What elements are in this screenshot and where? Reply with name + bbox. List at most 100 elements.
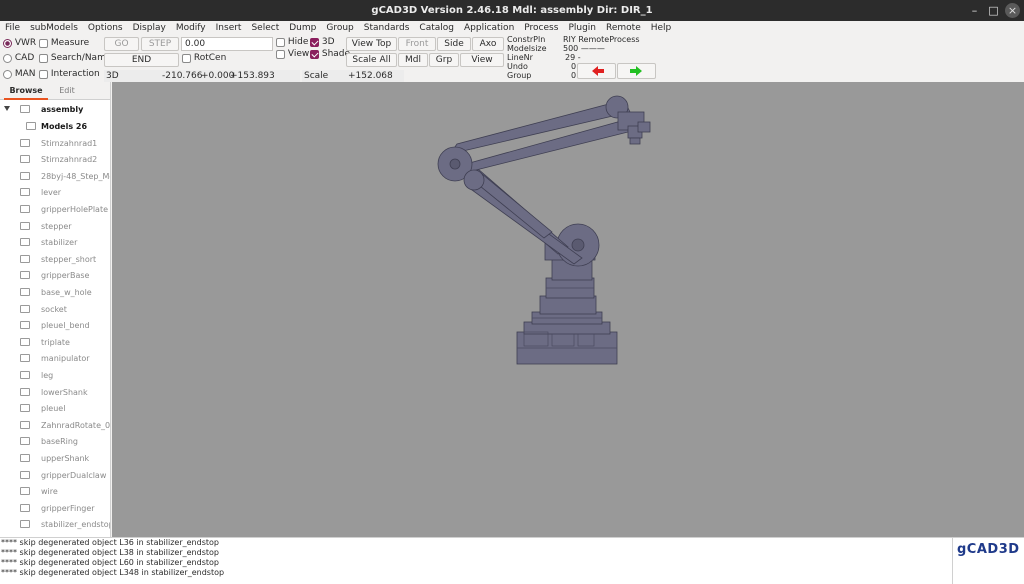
tree-item-models[interactable]: Models 26 — [0, 118, 110, 135]
menu-process[interactable]: Process — [519, 21, 563, 35]
tree-item-root[interactable]: assembly — [0, 101, 110, 118]
toolbar: VWR CAD MAN Measure Search/Name Interact… — [0, 35, 1024, 82]
menu-insert[interactable]: Insert — [211, 21, 247, 35]
tree-item[interactable]: pleuel_bend — [0, 317, 110, 334]
mode-cad-radio[interactable] — [3, 53, 12, 63]
menu-catalog[interactable]: Catalog — [414, 21, 459, 35]
tree-item[interactable]: lever — [0, 184, 110, 201]
tree-item-label: stepper_short — [41, 254, 97, 264]
tree-item[interactable]: gripperBase — [0, 267, 110, 284]
tree-item-label: lever — [41, 188, 62, 198]
tree-item[interactable]: lowerShank — [0, 384, 110, 401]
menu-select[interactable]: Select — [246, 21, 284, 35]
mode-vwr-radio[interactable] — [3, 38, 12, 48]
tree-item[interactable]: stabilizer — [0, 234, 110, 251]
tree-item[interactable]: manipulator — [0, 350, 110, 367]
scale-all-button[interactable]: Scale All — [346, 53, 397, 67]
measure-checkbox[interactable] — [39, 38, 48, 48]
step-value-input[interactable]: 0.00 — [181, 37, 273, 51]
rotcen-toggle[interactable]: RotCen — [182, 53, 226, 64]
threed-checkbox[interactable] — [310, 37, 319, 47]
robot-arm-model[interactable] — [112, 82, 1024, 537]
tree-item[interactable]: upperShank — [0, 450, 110, 467]
menu-remote[interactable]: Remote — [601, 21, 646, 35]
tree-item[interactable]: stepper — [0, 218, 110, 235]
mdl-button[interactable]: Mdl — [398, 53, 428, 67]
view-checkbox[interactable] — [276, 49, 285, 59]
axo-button[interactable]: Axo — [472, 37, 504, 51]
scale-label: Scale — [304, 71, 329, 81]
tree-item[interactable]: pleuel — [0, 400, 110, 417]
3d-viewport[interactable] — [112, 82, 1024, 537]
menu-display[interactable]: Display — [128, 21, 171, 35]
view-top-button[interactable]: View Top — [346, 37, 397, 51]
menu-submodels[interactable]: subModels — [25, 21, 83, 35]
hide-toggle[interactable]: Hide — [276, 37, 308, 48]
tree-item[interactable]: leg — [0, 367, 110, 384]
tree-item[interactable]: socket — [0, 301, 110, 318]
rotcen-checkbox[interactable] — [182, 53, 191, 63]
redo-button[interactable] — [617, 63, 656, 79]
interaction-toggle[interactable]: Interaction — [39, 69, 100, 80]
mode-vwr-label: VWR — [14, 38, 37, 48]
tree-item[interactable]: Stirnzahnrad1 — [0, 135, 110, 152]
tree-item-label: socket — [41, 304, 67, 314]
tree-item[interactable]: triplate — [0, 334, 110, 351]
tree-item[interactable]: ZahnradRotate_0.2 — [0, 417, 110, 434]
model-icon — [20, 454, 30, 462]
threed-toggle[interactable]: 3D — [310, 37, 335, 48]
menu-plugin[interactable]: Plugin — [563, 21, 601, 35]
mode-man-radio[interactable] — [3, 69, 12, 79]
minimize-button[interactable]: – — [967, 3, 982, 18]
tree-item[interactable]: base_w_hole — [0, 284, 110, 301]
go-button[interactable]: GO — [104, 37, 139, 51]
measure-toggle[interactable]: Measure — [39, 38, 89, 49]
expand-arrow-icon[interactable] — [4, 106, 10, 111]
mode-man[interactable]: MAN — [3, 69, 36, 80]
menu-application[interactable]: Application — [459, 21, 519, 35]
tab-browse[interactable]: Browse — [4, 82, 48, 100]
scale-readout: Scale +152.068 — [302, 70, 404, 82]
menu-dump[interactable]: Dump — [284, 21, 321, 35]
close-button[interactable]: × — [1005, 3, 1020, 18]
shade-toggle[interactable]: Shade — [310, 49, 350, 60]
searchname-checkbox[interactable] — [39, 53, 48, 63]
menu-help[interactable]: Help — [646, 21, 677, 35]
end-button[interactable]: END — [104, 53, 179, 67]
tree-item[interactable]: stepper_short — [0, 251, 110, 268]
shade-checkbox[interactable] — [310, 49, 319, 59]
coord-mode: 3D — [106, 71, 119, 81]
menu-bar: File subModels Options Display Modify In… — [0, 21, 1024, 35]
menu-file[interactable]: File — [0, 21, 25, 35]
tree-item[interactable]: 28byj-48_Step_Motor — [0, 168, 110, 185]
menu-modify[interactable]: Modify — [171, 21, 211, 35]
view-toggle[interactable]: View — [276, 49, 309, 60]
mode-vwr[interactable]: VWR — [3, 38, 36, 49]
tree-item[interactable]: baseRing — [0, 433, 110, 450]
menu-standards[interactable]: Standards — [359, 21, 415, 35]
front-button[interactable]: Front — [398, 37, 436, 51]
tree-item[interactable]: wire — [0, 483, 110, 500]
menu-options[interactable]: Options — [83, 21, 128, 35]
tree-item[interactable]: gripperHolePlate — [0, 201, 110, 218]
tab-edit[interactable]: Edit — [50, 82, 84, 100]
tree-item[interactable]: gripperDualclaw — [0, 467, 110, 484]
hide-checkbox[interactable] — [276, 37, 285, 47]
maximize-button[interactable]: □ — [986, 3, 1001, 18]
tree-item-label: stabilizer — [41, 238, 78, 248]
model-icon — [20, 321, 30, 330]
searchname-toggle[interactable]: Search/Name — [39, 53, 111, 64]
undo-button[interactable] — [577, 63, 616, 79]
view-button[interactable]: View — [460, 53, 504, 67]
model-icon — [20, 155, 30, 164]
tree-item[interactable]: gripperFinger — [0, 500, 110, 517]
step-button[interactable]: STEP — [141, 37, 179, 51]
model-icon — [20, 304, 30, 313]
menu-group[interactable]: Group — [321, 21, 358, 35]
mode-cad[interactable]: CAD — [3, 53, 34, 64]
tree-item[interactable]: stabilizer_endstop — [0, 516, 110, 533]
grp-button[interactable]: Grp — [429, 53, 459, 67]
side-button[interactable]: Side — [437, 37, 471, 51]
interaction-checkbox[interactable] — [39, 69, 48, 79]
tree-item[interactable]: Stirnzahnrad2 — [0, 151, 110, 168]
